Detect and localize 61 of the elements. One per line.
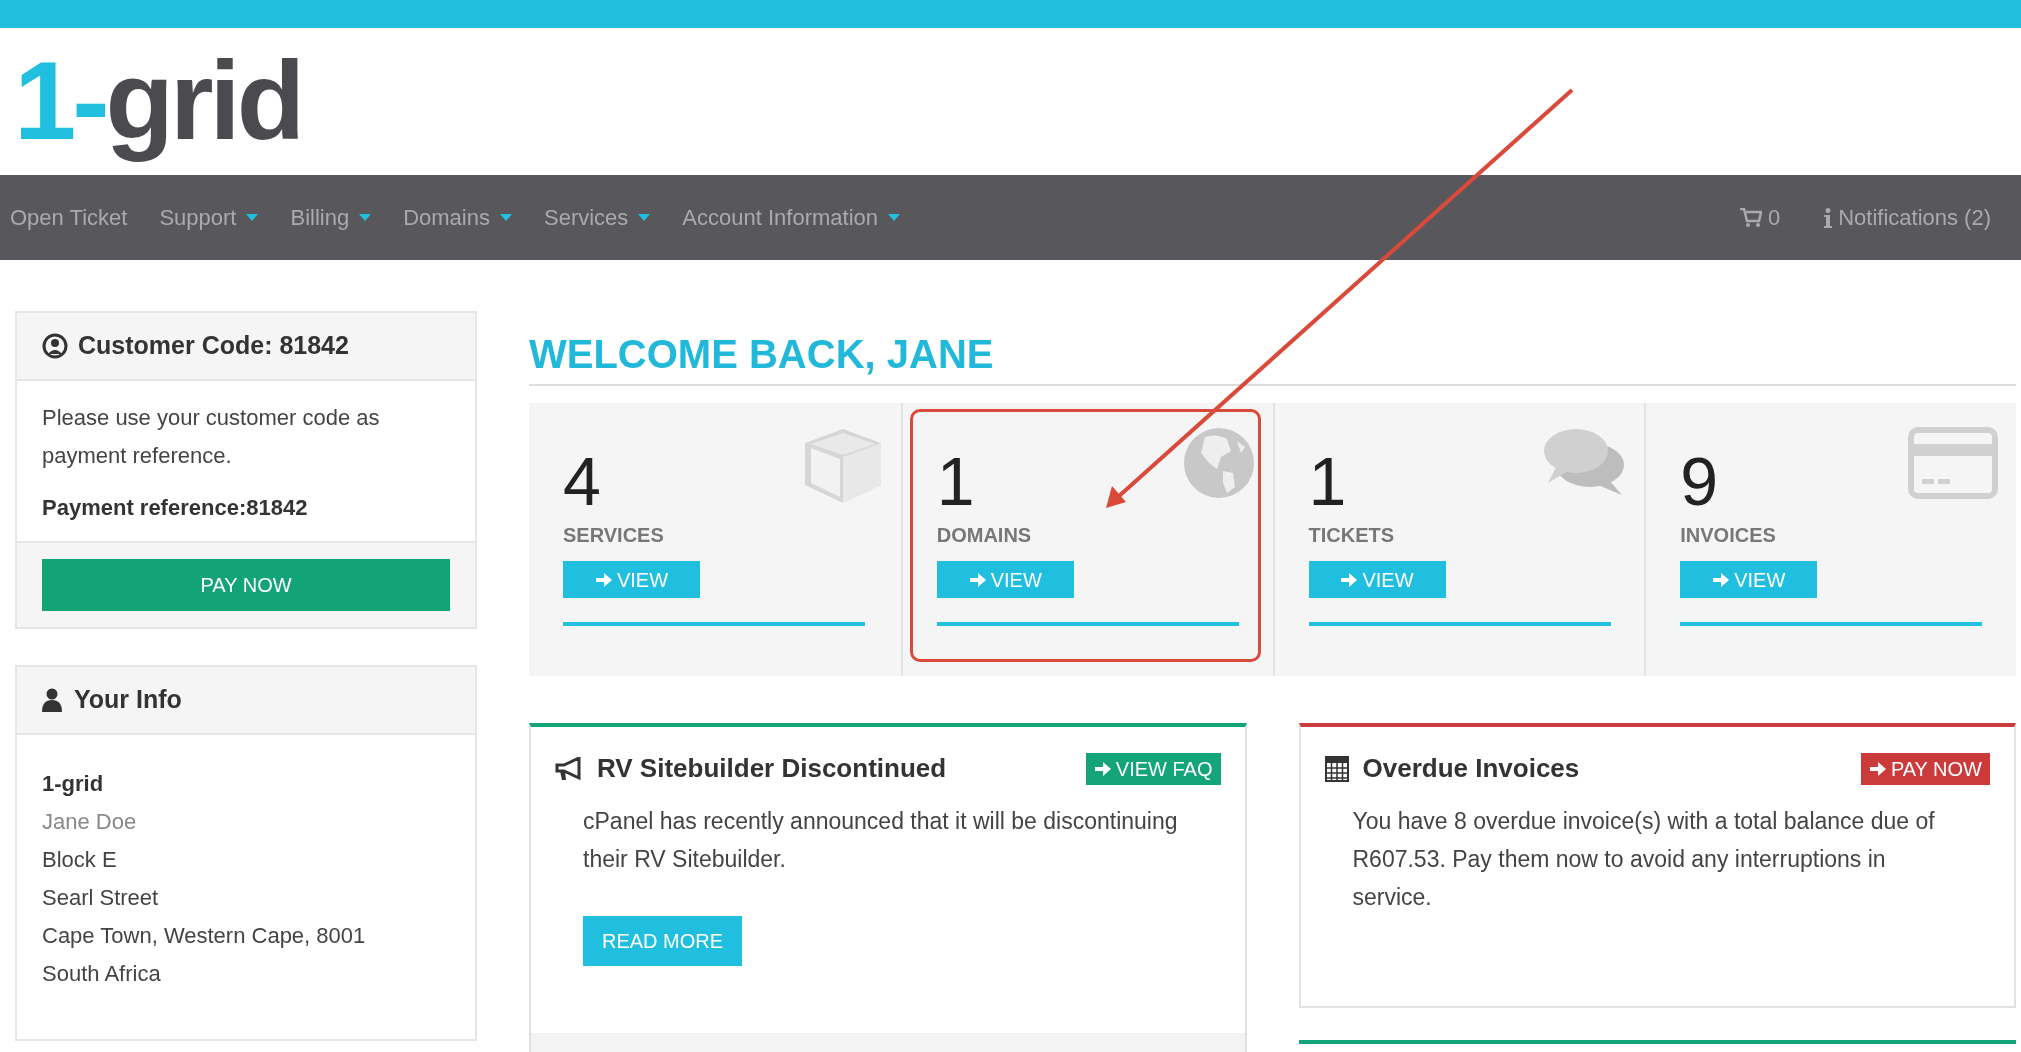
nav-link[interactable]: Account Information [682, 201, 900, 234]
globe-icon [1182, 427, 1255, 499]
caret-icon [888, 214, 900, 221]
arrow-right-icon [1093, 759, 1112, 778]
panel-action-button[interactable]: VIEW FAQ [1085, 752, 1221, 785]
address-line: 1-grid [42, 770, 105, 798]
pay-now-button[interactable]: PAY NOW [42, 559, 450, 611]
nav-link[interactable]: Domains [403, 201, 512, 234]
nav-link[interactable]: Services [543, 201, 651, 234]
view-button[interactable]: VIEW [563, 561, 700, 598]
arrow-right-icon [1712, 570, 1731, 589]
stat-label: DOMAINS [936, 523, 1032, 547]
welcome-heading: WELCOME BACK, JANE [529, 330, 2016, 386]
megaphone-icon [555, 756, 583, 781]
caret-icon [246, 214, 259, 221]
panel-text: You have 8 overdue invoice(s) with a total balance due of R607.53. Pay them now to avoid any interruptions in service. [1351, 807, 1936, 912]
calculator-icon [1324, 755, 1349, 782]
stat-label: TICKETS [1308, 523, 1395, 547]
stat-count: 1 [1308, 445, 1347, 517]
address-line: South Africa [42, 960, 162, 988]
stat-count: 1 [936, 445, 975, 517]
user-icon [42, 688, 62, 712]
credit-card-icon [1908, 427, 1998, 499]
view-button[interactable]: VIEW [1680, 561, 1818, 598]
payment-note: Please use your customer code as payment reference. [42, 404, 381, 470]
arrow-right-icon [1868, 759, 1887, 778]
stat-label: INVOICES [1680, 523, 1776, 547]
card-title: Your Info [74, 684, 182, 716]
notifications-link[interactable]: Notifications (2) [1824, 201, 1991, 234]
panel-action-button[interactable]: PAY NOW [1860, 752, 1990, 785]
stat-label: SERVICES [563, 523, 664, 547]
read-more-button[interactable]: READ MORE [583, 916, 743, 966]
nav-link[interactable]: Billing [290, 201, 372, 234]
stat-count: 4 [563, 445, 601, 517]
logo[interactable]: 1-grid [14, 34, 308, 169]
nav-link[interactable]: Support [159, 201, 259, 234]
chat-icon [1542, 427, 1627, 497]
card-title: Customer Code: 81842 [78, 330, 349, 362]
cube-icon [802, 427, 883, 505]
view-button[interactable]: VIEW [1308, 561, 1446, 598]
caret-icon [359, 214, 372, 221]
cart-icon [1739, 207, 1762, 228]
info-icon [1824, 207, 1833, 228]
view-button[interactable]: VIEW [936, 561, 1074, 598]
user-circle-icon [42, 333, 68, 359]
payment-reference: Payment reference:81842 [42, 494, 309, 522]
panel-text: cPanel has recently announced that it will be discontinuing their RV Sitebuilder. [582, 807, 1179, 874]
stat-count: 9 [1680, 445, 1719, 517]
panel-title: RV Sitebuilder Discontinued [597, 752, 947, 785]
caret-icon [499, 214, 512, 221]
address-line: Jane Doe [42, 808, 138, 836]
caret-icon [638, 214, 651, 221]
address-line: Cape Town, Western Cape, 8001 [42, 922, 367, 950]
arrow-right-icon [968, 570, 987, 589]
panel-title: Overdue Invoices [1362, 752, 1580, 785]
cart-link[interactable]: 0 [1739, 201, 1781, 234]
address-line: Searl Street [42, 884, 160, 912]
arrow-right-icon [594, 570, 613, 589]
arrow-right-icon [1340, 570, 1359, 589]
nav-link[interactable]: Open Ticket [10, 201, 128, 234]
address-line: Block E [42, 846, 118, 874]
